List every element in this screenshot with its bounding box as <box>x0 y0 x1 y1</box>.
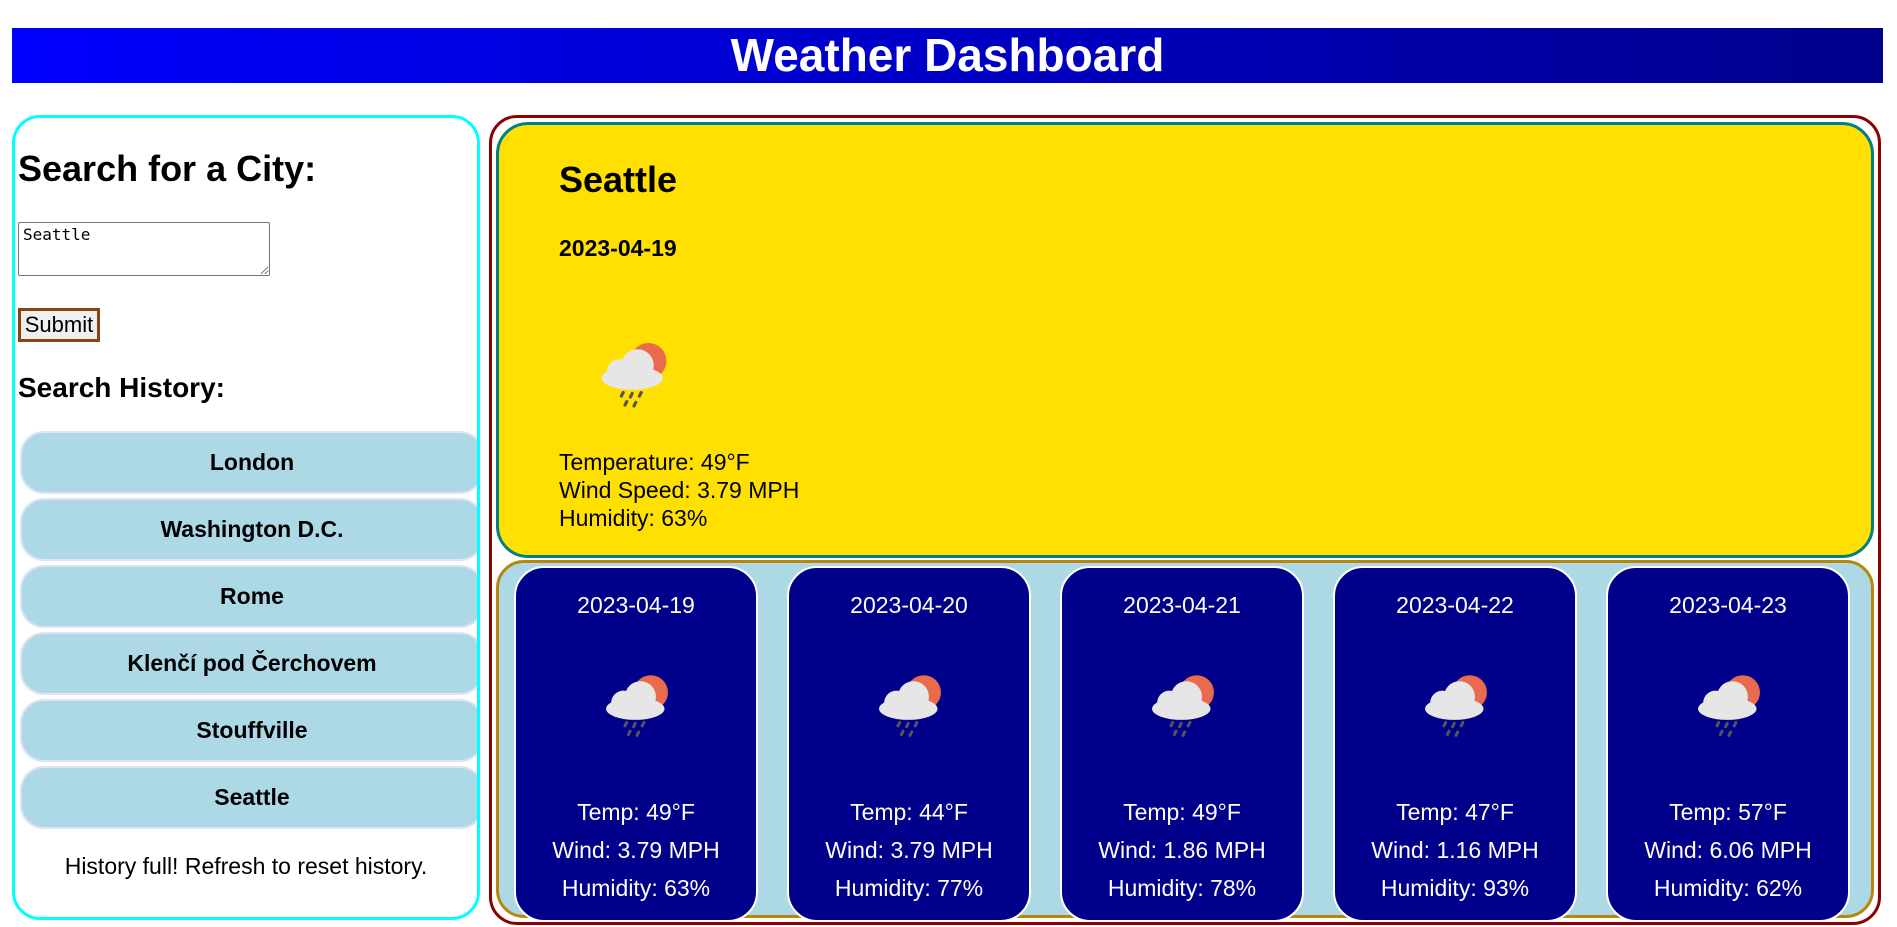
forecast-wind: Wind: 3.79 MPH <box>552 837 720 863</box>
current-stats: Temperature: 49°F Wind Speed: 3.79 MPH H… <box>559 448 799 532</box>
weather-main: Seattle 2023-04-19 Temperature: 49°F Win… <box>489 115 1881 925</box>
cloud-sun-rain-icon <box>1140 658 1226 744</box>
forecast-stats: Temp: 57°F Wind: 6.06 MPH Humidity: 62% <box>1608 793 1848 907</box>
history-full-note: History full! Refresh to reset history. <box>64 853 428 879</box>
forecast-wind: Wind: 1.16 MPH <box>1371 837 1539 863</box>
current-date: 2023-04-19 <box>559 235 677 261</box>
city-search-input[interactable]: Seattle <box>18 222 270 276</box>
forecast-temp: Temp: 49°F <box>1123 799 1241 825</box>
forecast-stats: Temp: 49°F Wind: 1.86 MPH Humidity: 78% <box>1062 793 1302 907</box>
forecast-date: 2023-04-22 <box>1396 592 1514 618</box>
cloud-sun-rain-icon <box>594 658 680 744</box>
history-item-washington-dc[interactable]: Washington D.C. <box>20 498 477 561</box>
forecast-card: 2023-04-20 Temp: 44°F Wind: 3.79 MPH Hum… <box>787 566 1031 922</box>
forecast-stats: Temp: 49°F Wind: 3.79 MPH Humidity: 63% <box>516 793 756 907</box>
forecast-date: 2023-04-19 <box>577 592 695 618</box>
current-humidity: Humidity: 63% <box>559 505 708 531</box>
cloud-sun-rain-icon <box>867 658 953 744</box>
search-history-list: London Washington D.C. Rome Klenčí pod Č… <box>20 431 477 833</box>
five-day-forecast: 2023-04-19 Temp: 49°F Wind: 3.79 MPH Hum… <box>496 560 1874 922</box>
forecast-temp: Temp: 57°F <box>1669 799 1787 825</box>
forecast-card: 2023-04-23 Temp: 57°F Wind: 6.06 MPH Hum… <box>1606 566 1850 922</box>
forecast-humidity: Humidity: 63% <box>561 875 711 901</box>
forecast-humidity: Humidity: 93% <box>1380 875 1530 901</box>
current-temperature: Temperature: 49°F <box>559 449 750 475</box>
search-sidebar: Search for a City: Seattle Submit Search… <box>12 115 480 920</box>
forecast-temp: Temp: 49°F <box>577 799 695 825</box>
forecast-wind: Wind: 1.86 MPH <box>1098 837 1266 863</box>
forecast-humidity: Humidity: 77% <box>834 875 984 901</box>
forecast-date: 2023-04-20 <box>850 592 968 618</box>
current-wind: Wind Speed: 3.79 MPH <box>559 477 800 503</box>
history-item-klenci-pod-cerchovem[interactable]: Klenčí pod Čerchovem <box>20 632 477 695</box>
forecast-humidity: Humidity: 78% <box>1107 875 1257 901</box>
forecast-stats: Temp: 47°F Wind: 1.16 MPH Humidity: 93% <box>1335 793 1575 907</box>
current-weather-panel: Seattle 2023-04-19 Temperature: 49°F Win… <box>496 122 1874 558</box>
history-item-stouffville[interactable]: Stouffville <box>20 699 477 762</box>
history-item-london[interactable]: London <box>20 431 477 494</box>
forecast-card: 2023-04-21 Temp: 49°F Wind: 1.86 MPH Hum… <box>1060 566 1304 922</box>
search-history-title: Search History: <box>18 372 225 403</box>
page-header: Weather Dashboard <box>12 28 1883 83</box>
forecast-temp: Temp: 47°F <box>1396 799 1514 825</box>
history-item-rome[interactable]: Rome <box>20 565 477 628</box>
cloud-sun-rain-icon <box>1413 658 1499 744</box>
history-item-seattle[interactable]: Seattle <box>20 766 477 829</box>
forecast-card: 2023-04-19 Temp: 49°F Wind: 3.79 MPH Hum… <box>514 566 758 922</box>
forecast-card: 2023-04-22 Temp: 47°F Wind: 1.16 MPH Hum… <box>1333 566 1577 922</box>
forecast-wind: Wind: 3.79 MPH <box>825 837 993 863</box>
cloud-sun-rain-icon <box>1686 658 1772 744</box>
forecast-stats: Temp: 44°F Wind: 3.79 MPH Humidity: 77% <box>789 793 1029 907</box>
submit-button[interactable]: Submit <box>18 308 100 342</box>
forecast-date: 2023-04-21 <box>1123 592 1241 618</box>
forecast-wind: Wind: 6.06 MPH <box>1644 837 1812 863</box>
current-city-name: Seattle <box>559 159 678 200</box>
forecast-date: 2023-04-23 <box>1669 592 1787 618</box>
cloud-sun-rain-icon <box>589 325 679 415</box>
forecast-humidity: Humidity: 62% <box>1653 875 1803 901</box>
search-title: Search for a City: <box>18 148 317 189</box>
forecast-temp: Temp: 44°F <box>850 799 968 825</box>
page-title: Weather Dashboard <box>730 29 1165 81</box>
